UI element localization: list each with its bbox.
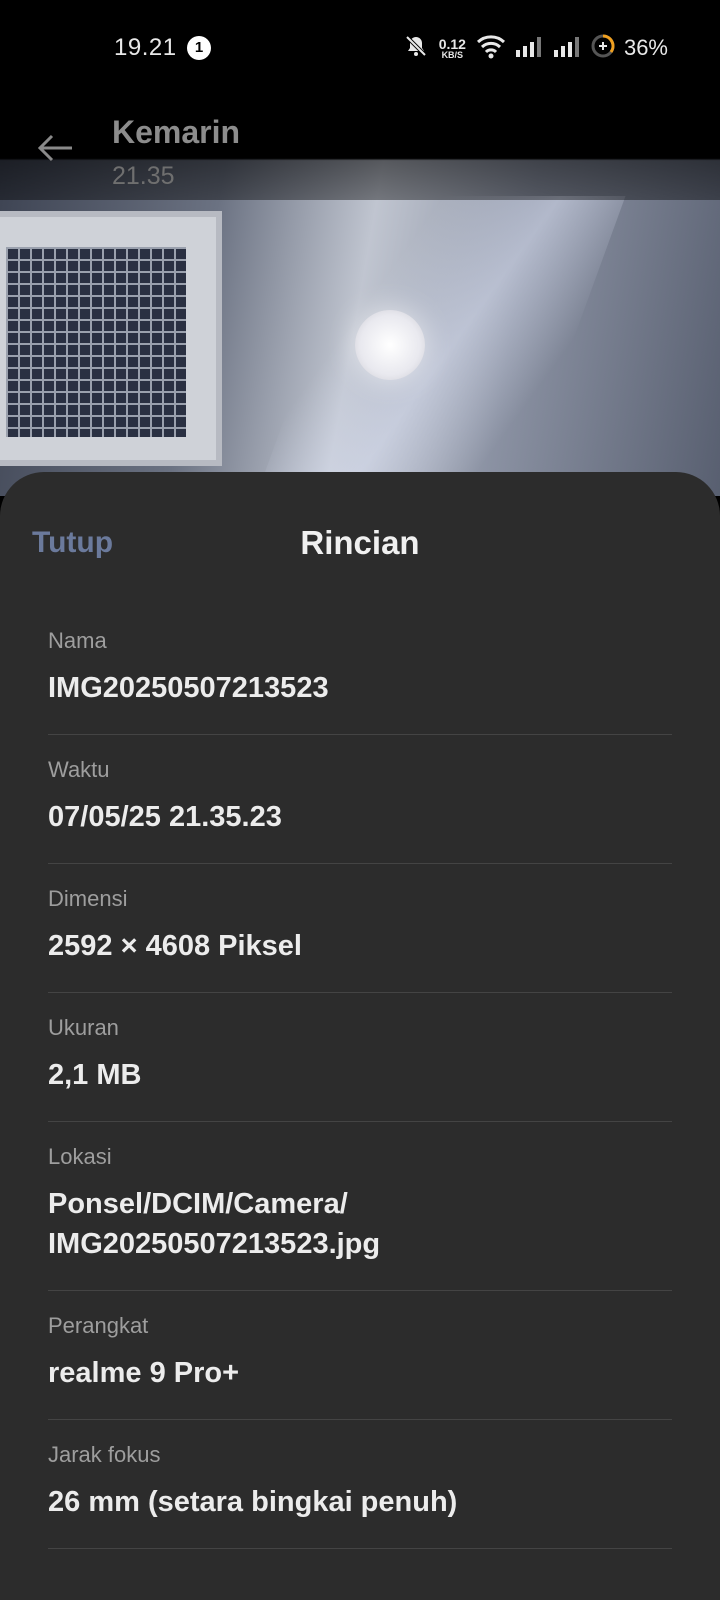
detail-value: 2,1 MB (48, 1059, 142, 1091)
detail-row-size: Ukuran 2,1 MB (48, 993, 672, 1122)
detail-label: Jarak fokus (48, 1442, 161, 1467)
back-arrow-icon (37, 134, 72, 162)
detail-row-dimensions: Dimensi 2592 × 4608 Piksel (48, 864, 672, 993)
details-list: Nama IMG20250507213523 Waktu 07/05/25 21… (48, 606, 672, 1549)
net-speed: 0.12 KB/S (438, 35, 466, 60)
detail-label: Dimensi (48, 886, 128, 911)
status-time: 19.21 (114, 34, 177, 61)
detail-value: IMG20250507213523 (48, 672, 329, 704)
detail-row-name: Nama IMG20250507213523 (48, 606, 672, 735)
detail-value: 2592 × 4608 Piksel (48, 930, 302, 962)
header-title: Kemarin (112, 114, 241, 150)
notification-badge: 1 (187, 36, 211, 60)
back-button[interactable] (32, 124, 80, 172)
status-bar: 19.21 1 0.12 KB/S 36% (0, 0, 720, 96)
battery-icon (590, 33, 616, 64)
photo-lamp (355, 310, 425, 380)
detail-value[interactable]: Ponsel/DCIM/Camera/ IMG20250507213523.jp… (48, 1184, 672, 1264)
details-sheet: Rincian Tutup Nama IMG20250507213523 Wak… (0, 472, 720, 1600)
header-subtitle: 21.35 (112, 162, 175, 190)
detail-label: Perangkat (48, 1313, 149, 1338)
signal-icon (514, 34, 544, 63)
close-button[interactable]: Tutup (32, 526, 113, 560)
detail-label: Lokasi (48, 1144, 112, 1169)
detail-label: Waktu (48, 757, 110, 782)
mute-icon (403, 33, 429, 64)
detail-value: 07/05/25 21.35.23 (48, 801, 282, 833)
app-header: Kemarin 21.35 (0, 96, 720, 200)
status-icons: 0.12 KB/S 36% (403, 30, 668, 66)
screen: 19.21 1 0.12 KB/S 36% Kemarin 21.35 Rinc… (0, 0, 720, 1600)
detail-value: 26 mm (setara bingkai penuh) (48, 1486, 458, 1518)
detail-row-location: Lokasi Ponsel/DCIM/Camera/ IMG2025050721… (48, 1122, 672, 1291)
photo-vent (0, 211, 222, 466)
detail-row-device: Perangkat realme 9 Pro+ (48, 1291, 672, 1420)
detail-row-focal-length: Jarak fokus 26 mm (setara bingkai penuh) (48, 1420, 672, 1549)
detail-row-time: Waktu 07/05/25 21.35.23 (48, 735, 672, 864)
battery-percent: 36% (623, 35, 668, 60)
signal-icon (552, 34, 582, 63)
detail-label: Ukuran (48, 1015, 119, 1040)
detail-value: realme 9 Pro+ (48, 1357, 240, 1389)
detail-label: Nama (48, 628, 107, 653)
wifi-icon (476, 33, 506, 64)
